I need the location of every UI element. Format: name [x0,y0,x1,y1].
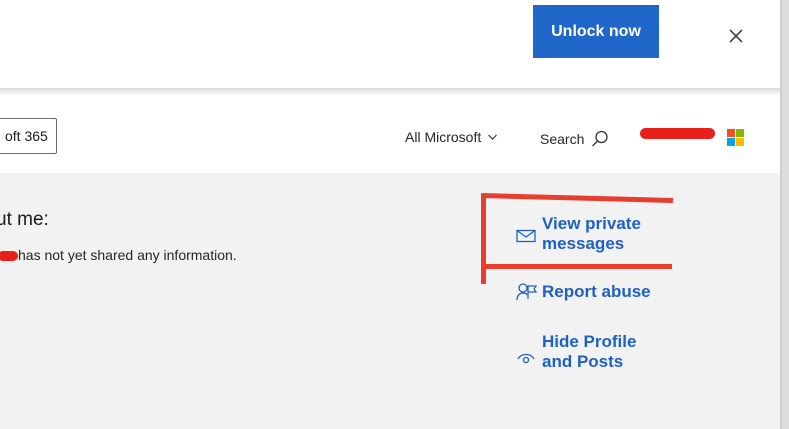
eye-icon [517,353,535,364]
about-me-text: has not yet shared any information. [18,247,237,263]
search-icon [592,130,609,147]
microsoft-logo-icon [727,129,744,146]
hide-profile-and-posts-link[interactable]: Hide Profile and Posts [516,332,636,372]
annotation-left-line [481,194,486,284]
annotation-bottom-line [484,264,672,269]
upgrade-banner: Unlock now [0,0,780,90]
close-icon[interactable] [727,27,745,45]
unlock-now-button[interactable]: Unlock now [533,5,659,58]
chevron-down-icon [488,134,498,140]
about-me-heading: ut me: [0,209,49,230]
all-microsoft-menu[interactable]: All Microsoft [405,129,498,145]
redacted-name [0,251,18,261]
redacted-username[interactable] [640,128,715,139]
report-abuse-link[interactable]: Report abuse [516,282,651,302]
hide-profile-and-posts-label: Hide Profile and Posts [542,332,637,371]
all-microsoft-label: All Microsoft [405,129,482,145]
search-label: Search [540,131,585,147]
profile-content: ut me: has not yet shared any informatio… [0,173,780,429]
site-header: oft 365 All Microsoft Search [0,94,780,173]
window-edge [780,0,782,429]
view-private-messages-link[interactable]: View private messages [516,214,641,254]
envelope-icon [516,229,536,243]
product-tag-label: oft 365 [5,128,48,144]
product-tag[interactable]: oft 365 [0,118,57,154]
report-person-icon [516,283,538,301]
search-button[interactable]: Search [540,129,610,149]
annotation-top-line [480,193,673,204]
report-abuse-label: Report abuse [542,282,651,301]
view-private-messages-label: View private messages [542,214,641,253]
